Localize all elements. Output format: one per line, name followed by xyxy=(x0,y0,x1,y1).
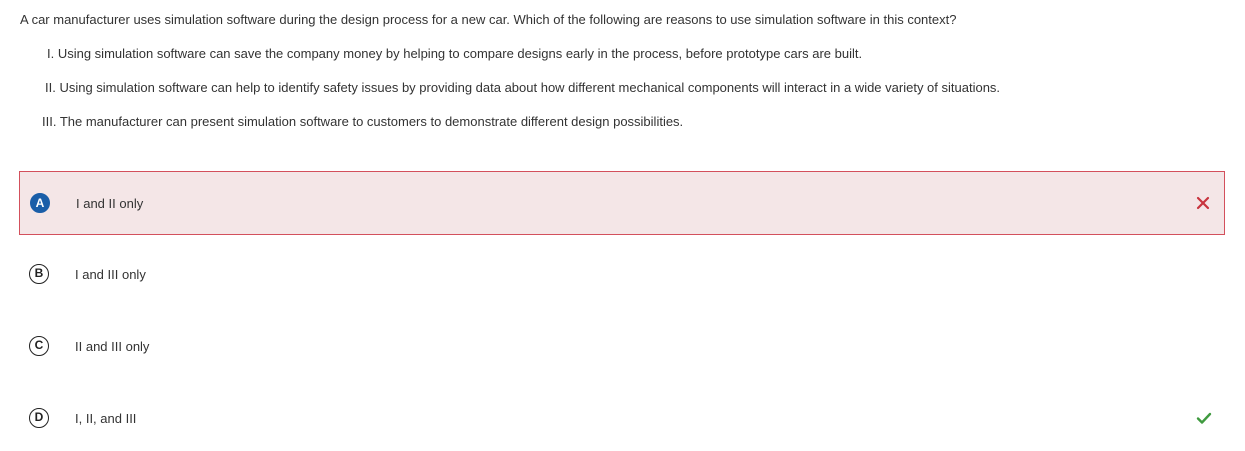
choice-letter-badge: D xyxy=(29,408,49,428)
check-mark-icon xyxy=(1196,412,1212,424)
question-stem: A car manufacturer uses simulation softw… xyxy=(20,12,957,27)
answer-choice-a[interactable]: A I and II only xyxy=(19,171,1225,235)
answer-choice-c[interactable]: C II and III only xyxy=(19,315,1225,379)
choice-text: I, II, and III xyxy=(75,411,137,426)
choice-letter-badge: C xyxy=(29,336,49,356)
statement-1: I. Using simulation software can save th… xyxy=(47,46,863,61)
choice-text: I and III only xyxy=(75,267,146,282)
choice-text: I and II only xyxy=(76,196,144,211)
answer-choice-d[interactable]: D I, II, and III xyxy=(19,387,1225,451)
statement-2: II. Using simulation software can help t… xyxy=(45,80,1001,95)
choice-text: II and III only xyxy=(75,339,150,354)
choice-letter-badge: A xyxy=(30,193,50,213)
choice-letter-badge: B xyxy=(29,264,49,284)
answer-choice-b[interactable]: B I and III only xyxy=(19,243,1225,307)
statement-3: III. The manufacturer can present simula… xyxy=(42,114,684,129)
x-mark-icon xyxy=(1196,196,1210,210)
